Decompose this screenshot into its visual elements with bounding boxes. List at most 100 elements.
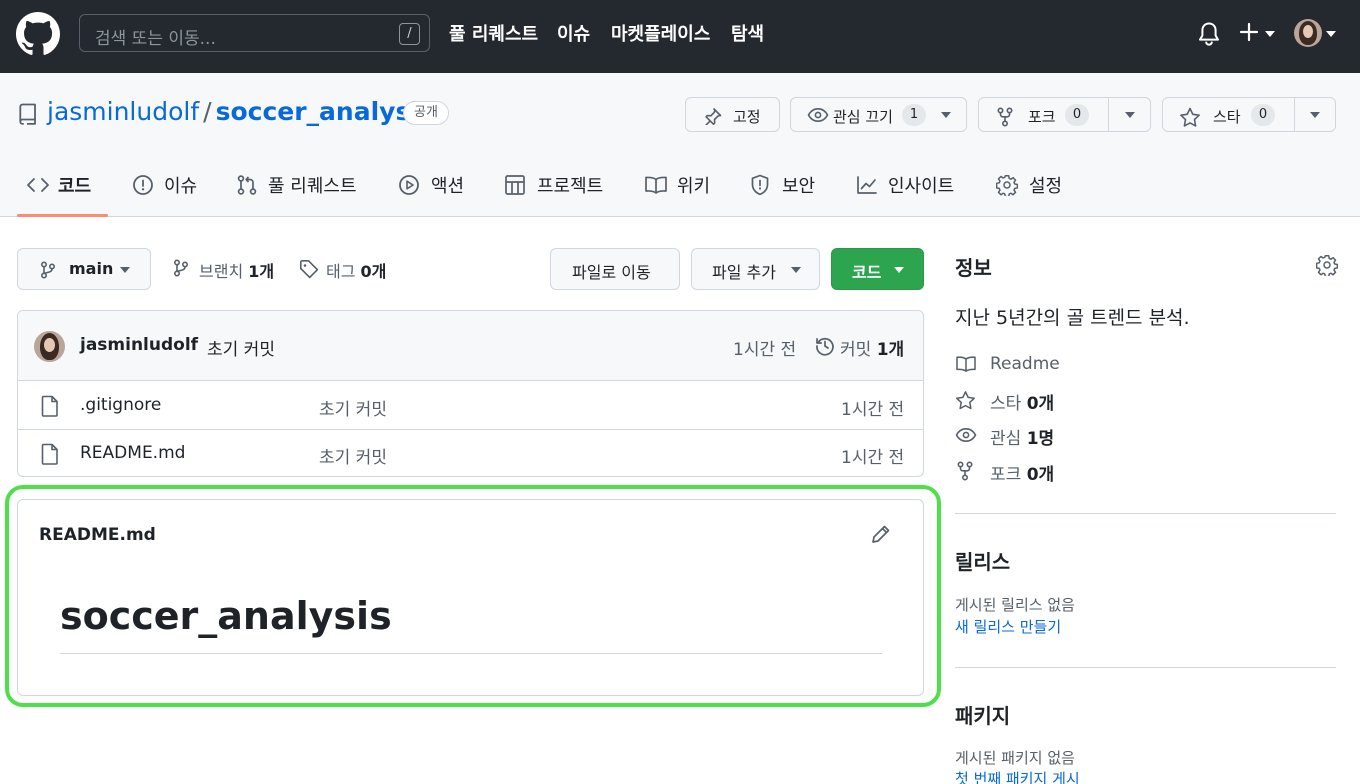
about-settings-gear-icon[interactable] — [1316, 254, 1338, 276]
file-row-readme[interactable]: README.md 초기 커밋 1시간 전 — [18, 429, 923, 476]
issue-icon — [133, 175, 153, 195]
go-to-file-label: 파일로 이동 — [572, 263, 651, 282]
tab-insights[interactable]: 인사이트 — [856, 169, 960, 217]
tab-issues-label: 이슈 — [164, 176, 198, 197]
graph-icon — [857, 176, 877, 194]
releases-heading[interactable]: 릴리스 — [955, 546, 1010, 575]
file-commit-message[interactable]: 초기 커밋 — [319, 443, 387, 468]
file-row-gitignore[interactable]: .gitignore 초기 커밋 1시간 전 — [18, 381, 923, 429]
create-new-button[interactable] — [1239, 20, 1281, 48]
caret-down-icon — [941, 112, 951, 118]
book-icon — [956, 356, 976, 372]
go-to-file-button[interactable]: 파일로 이동 — [550, 248, 680, 290]
readme-filename[interactable]: README.md — [39, 525, 156, 545]
packages-empty-text: 게시된 패키지 없음 — [955, 749, 1075, 767]
branch-selector[interactable]: main — [17, 248, 151, 290]
fork-icon — [997, 107, 1013, 127]
caret-down-icon — [1326, 31, 1336, 37]
file-commit-time: 1시간 전 — [841, 400, 905, 420]
code-button-label: 코드 — [852, 263, 882, 282]
packages-heading[interactable]: 패키지 — [955, 700, 1010, 729]
create-release-link[interactable]: 새 릴리스 만들기 — [955, 616, 1061, 637]
fork-button[interactable]: 포크 0 — [978, 97, 1151, 132]
global-header: 검색 또는 이동... / 풀 리퀘스트 이슈 마켓플레이스 탐색 — [0, 0, 1360, 73]
user-avatar — [1294, 19, 1322, 47]
branch-icon — [40, 261, 56, 279]
tags-label: 태그 0개 — [326, 262, 387, 281]
pull-request-icon — [237, 175, 257, 195]
plus-icon — [1239, 22, 1259, 42]
tab-pull-requests[interactable]: 풀 리퀘스트 — [236, 169, 366, 217]
commit-time: 1시간 전 — [733, 340, 797, 360]
tab-actions[interactable]: 액션 — [398, 169, 470, 217]
tab-security-label: 보안 — [782, 176, 816, 197]
search-input[interactable]: 검색 또는 이동... / — [79, 14, 430, 52]
fork-label: 포크 — [1028, 108, 1056, 126]
fork-icon — [957, 461, 973, 481]
sidebar-divider — [955, 667, 1336, 668]
eye-icon — [807, 107, 829, 123]
pencil-icon[interactable] — [871, 524, 891, 544]
sidebar-watchers-count: 1명 — [1026, 429, 1055, 449]
repository-header: jasminludolf / soccer_analysis 공개 고정 관심 끄기… — [0, 73, 1360, 217]
repo-name-link[interactable]: soccer_analysis — [216, 97, 434, 126]
file-icon — [41, 395, 58, 417]
caret-down-icon[interactable] — [1124, 111, 1136, 119]
nav-explore[interactable]: 탐색 — [731, 20, 764, 46]
caret-down-icon — [894, 267, 904, 273]
visibility-badge: 공개 — [403, 101, 449, 125]
tab-insights-label: 인사이트 — [888, 176, 955, 197]
watch-button[interactable]: 관심 끄기 1 — [790, 97, 967, 132]
sidebar-stars-label: 스타 0개 — [990, 394, 1055, 414]
tab-code[interactable]: 코드 — [26, 169, 106, 217]
active-tab-indicator — [17, 214, 108, 217]
sidebar-stars-count: 0개 — [1026, 394, 1055, 414]
notification-bell-icon[interactable] — [1197, 21, 1221, 47]
tab-issues[interactable]: 이슈 — [132, 169, 212, 217]
file-name[interactable]: README.md — [80, 443, 185, 463]
file-commit-message[interactable]: 초기 커밋 — [319, 395, 387, 420]
file-name[interactable]: .gitignore — [80, 395, 161, 415]
caret-down-icon — [1265, 31, 1275, 37]
pin-icon — [704, 107, 722, 125]
search-shortcut-key: / — [399, 23, 420, 45]
commit-author-avatar[interactable] — [34, 331, 65, 362]
nav-pull-requests[interactable]: 풀 리퀘스트 — [449, 20, 538, 46]
star-icon — [1180, 107, 1200, 127]
watch-count: 1 — [902, 104, 926, 126]
repo-title-separator: / — [203, 97, 212, 126]
commit-author[interactable]: jasminludolf — [80, 335, 198, 355]
code-button[interactable]: 코드 — [831, 248, 924, 290]
history-icon — [816, 337, 834, 356]
caret-down-icon[interactable] — [1309, 111, 1321, 119]
tab-security[interactable]: 보안 — [750, 169, 820, 217]
user-menu-button[interactable] — [1294, 19, 1340, 49]
tab-projects[interactable]: 프로젝트 — [504, 169, 608, 217]
code-icon — [27, 178, 49, 192]
pin-button[interactable]: 고정 — [685, 97, 780, 132]
tab-pull-requests-label: 풀 리퀘스트 — [268, 176, 357, 197]
github-logo-icon[interactable] — [16, 12, 60, 56]
nav-issues[interactable]: 이슈 — [557, 20, 590, 46]
readme-heading-divider — [60, 653, 882, 654]
star-button[interactable]: 스타 0 — [1162, 97, 1336, 132]
tab-wiki[interactable]: 위키 — [644, 169, 714, 217]
sidebar-divider — [955, 513, 1336, 514]
sidebar-readme-label: Readme — [990, 354, 1060, 374]
repo-owner-link[interactable]: jasminludolf — [47, 97, 199, 126]
tab-settings[interactable]: 설정 — [996, 169, 1066, 217]
readme-panel: README.md soccer_analysis — [17, 499, 924, 696]
add-file-label: 파일 추가 — [712, 263, 776, 282]
commit-message[interactable]: 초기 커밋 — [207, 335, 275, 360]
star-icon — [956, 391, 975, 410]
file-icon — [41, 443, 58, 465]
caret-down-icon — [120, 267, 130, 273]
star-label: 스타 — [1213, 108, 1241, 126]
add-file-button[interactable]: 파일 추가 — [691, 248, 820, 290]
publish-package-link[interactable]: 첫 번째 패키지 게시 — [955, 768, 1080, 784]
watch-label: 관심 끄기 — [833, 108, 893, 126]
nav-marketplace[interactable]: 마켓플레이스 — [611, 20, 710, 46]
commits-link[interactable]: 커밋 1개 — [840, 335, 904, 360]
eye-icon — [955, 427, 977, 443]
fork-count: 0 — [1065, 104, 1089, 126]
